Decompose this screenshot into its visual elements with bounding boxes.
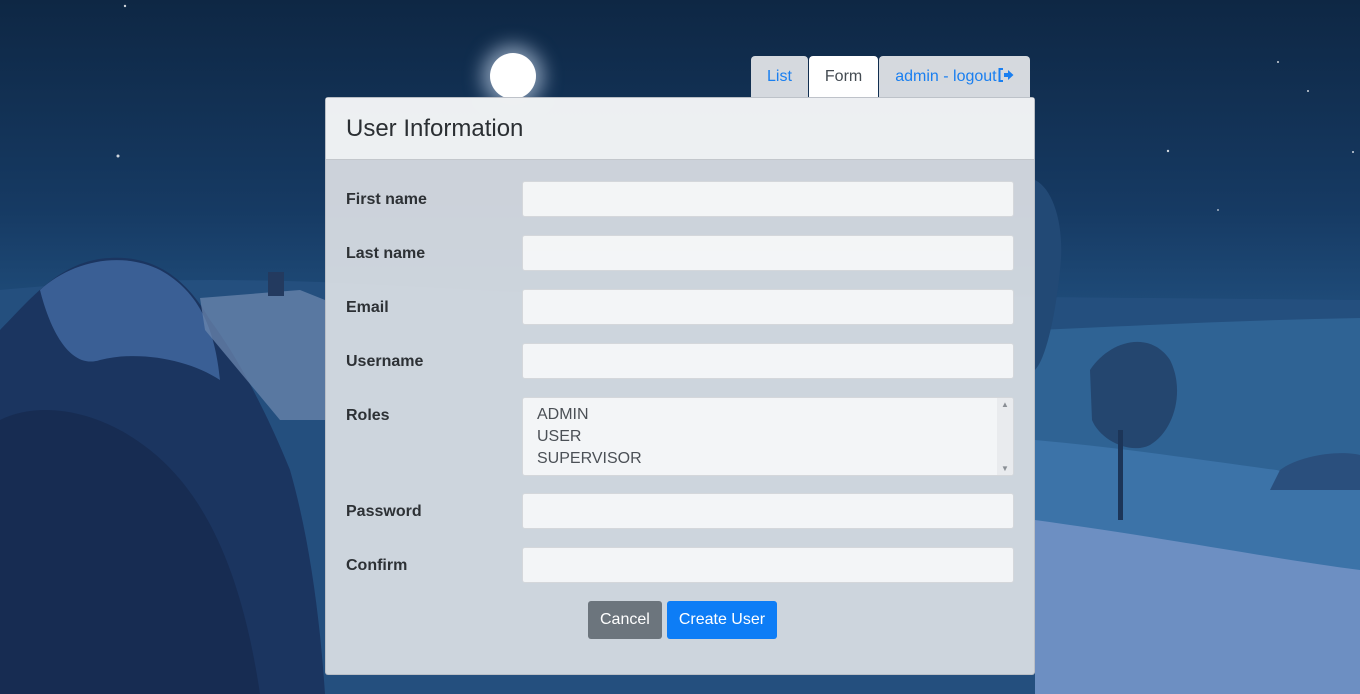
role-option-supervisor[interactable]: SUPERVISOR [537, 448, 999, 470]
email-input[interactable] [522, 289, 1014, 325]
panel-header: User Information [326, 98, 1034, 160]
first-name-label: First name [346, 191, 427, 208]
confirm-input[interactable] [522, 547, 1014, 583]
tab-list[interactable]: List [751, 56, 808, 98]
confirm-label: Confirm [346, 557, 408, 574]
create-user-button[interactable]: Create User [666, 601, 778, 639]
last-name-label: Last name [346, 245, 426, 262]
nav-tabs: List Form admin - logout [751, 56, 1031, 98]
tab-logout-label: admin - logout [895, 68, 997, 85]
roles-scrollbar[interactable]: ▲ ▼ [997, 398, 1013, 475]
last-name-input[interactable] [522, 235, 1014, 271]
form-actions: Cancel Create User [588, 601, 778, 639]
roles-multiselect[interactable]: ADMIN USER SUPERVISOR ▲ ▼ [522, 397, 1014, 476]
role-option-user[interactable]: USER [537, 426, 999, 448]
scroll-up-arrow-icon[interactable]: ▲ [997, 400, 1013, 409]
tab-logout[interactable]: admin - logout [879, 56, 1030, 98]
roles-label: Roles [346, 407, 390, 424]
scroll-down-arrow-icon[interactable]: ▼ [997, 464, 1013, 473]
tab-list-label: List [767, 68, 792, 85]
cancel-button[interactable]: Cancel [588, 601, 662, 639]
tab-form[interactable]: Form [808, 56, 879, 98]
moon [490, 53, 536, 99]
email-label: Email [346, 299, 389, 316]
role-option-admin[interactable]: ADMIN [537, 404, 999, 426]
username-label: Username [346, 353, 424, 370]
page-title: User Information [346, 114, 524, 142]
tab-form-label: Form [824, 68, 863, 85]
first-name-input[interactable] [522, 181, 1014, 217]
sign-out-icon [998, 56, 1014, 98]
password-label: Password [346, 503, 422, 520]
user-information-panel: User Information First name Last name Em… [325, 97, 1035, 675]
username-input[interactable] [522, 343, 1014, 379]
password-input[interactable] [522, 493, 1014, 529]
